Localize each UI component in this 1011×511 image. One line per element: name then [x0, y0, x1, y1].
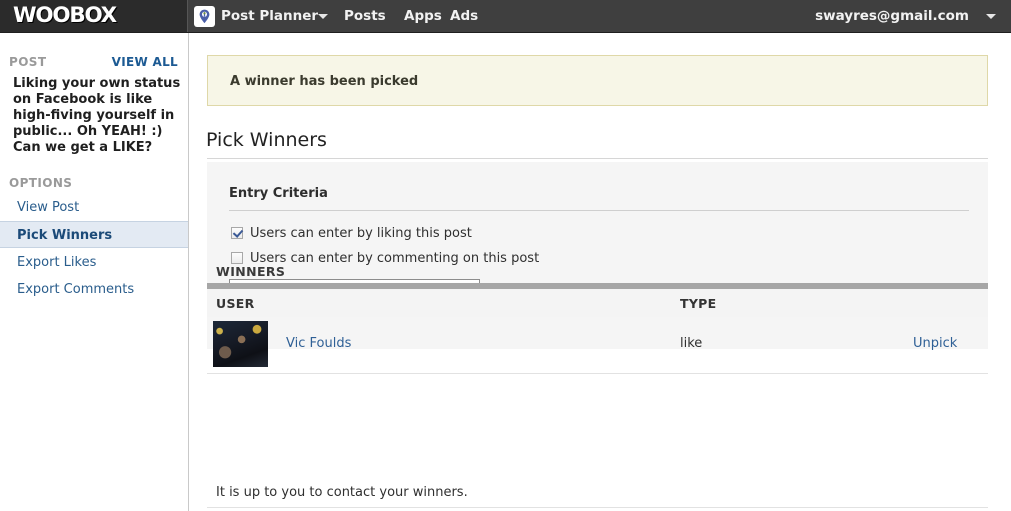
- woobox-logo: WOOBOX: [12, 3, 117, 27]
- main-content: A winner has been picked Pick Winners En…: [190, 33, 1011, 511]
- nav-item-apps[interactable]: Apps: [404, 8, 442, 24]
- post-excerpt-text: Liking your own status on Facebook is li…: [13, 76, 181, 155]
- view-all-link[interactable]: VIEW ALL: [112, 55, 178, 69]
- sidebar-item-export-comments[interactable]: Export Comments: [0, 276, 188, 303]
- bottom-divider: [207, 507, 988, 508]
- winners-footnote: It is up to you to contact your winners.: [216, 485, 468, 500]
- column-header-type: TYPE: [680, 296, 717, 311]
- table-row: Vic Foulds like Unpick: [207, 317, 988, 373]
- entry-criteria-divider: [229, 210, 969, 211]
- winner-name-link[interactable]: Vic Foulds: [286, 336, 351, 351]
- nav-item-ads[interactable]: Ads: [450, 8, 478, 24]
- criteria-label-comment: Users can enter by commenting on this po…: [250, 251, 540, 266]
- entry-criteria-heading: Entry Criteria: [229, 186, 328, 201]
- criteria-label-like: Users can enter by liking this post: [250, 226, 472, 241]
- criteria-row-like[interactable]: Users can enter by liking this post: [231, 226, 472, 241]
- sidebar-item-view-post[interactable]: View Post: [0, 194, 188, 221]
- account-email[interactable]: swayres@gmail.com: [815, 8, 969, 24]
- checkbox-like-to-enter[interactable]: [231, 227, 243, 239]
- sidebar-item-pick-winners[interactable]: Pick Winners: [0, 221, 188, 248]
- title-divider: [207, 158, 988, 159]
- winner-entry-type: like: [680, 336, 703, 351]
- checkbox-comment-to-enter[interactable]: [231, 252, 243, 264]
- column-header-user: USER: [216, 296, 255, 311]
- sidebar-item-export-likes[interactable]: Export Likes: [0, 249, 188, 276]
- success-alert-banner: A winner has been picked: [207, 55, 988, 106]
- top-navigation-bar: WOOBOX Post Planner Posts Apps Ads swayr…: [0, 0, 1011, 33]
- chevron-down-icon[interactable]: [318, 14, 328, 19]
- brand-logo-block[interactable]: WOOBOX: [0, 0, 188, 32]
- account-chevron-down-icon[interactable]: [986, 14, 996, 19]
- winners-section-heading: WINNERS: [216, 264, 286, 279]
- alert-message: A winner has been picked: [230, 74, 419, 89]
- sidebar-post-heading: POST: [9, 55, 47, 69]
- sidebar-options-heading: OPTIONS: [9, 176, 73, 190]
- sidebar: POST VIEW ALL Liking your own status on …: [0, 33, 189, 511]
- unpick-link[interactable]: Unpick: [913, 336, 957, 351]
- nav-item-posts[interactable]: Posts: [344, 8, 386, 24]
- page-title: Pick Winners: [206, 129, 327, 151]
- avatar: [213, 321, 268, 367]
- table-row-divider: [207, 373, 988, 374]
- winners-table-header: USER TYPE: [207, 289, 988, 317]
- nav-item-post-planner[interactable]: Post Planner: [221, 8, 318, 24]
- map-pin-icon: [194, 6, 215, 27]
